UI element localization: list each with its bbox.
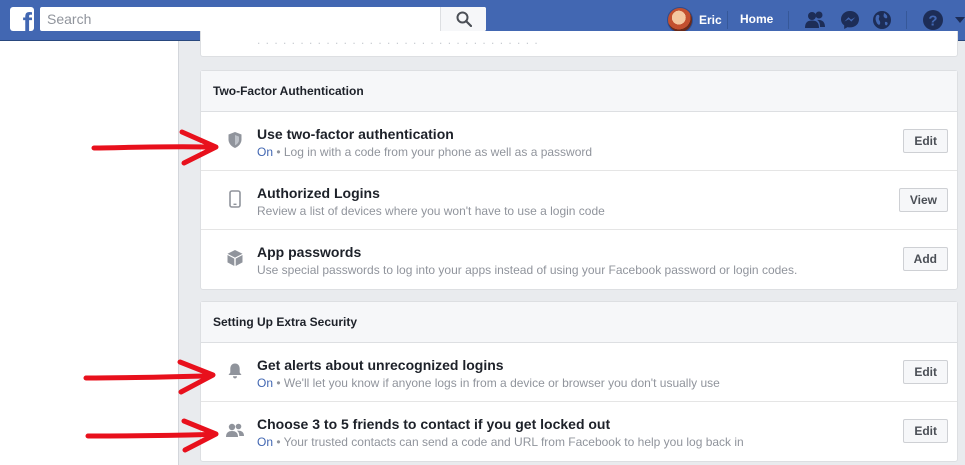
row-title: Authorized Logins	[257, 185, 380, 201]
app-passwords-row: App passwords Use special passwords to l…	[201, 230, 957, 289]
status-on-label: On	[257, 435, 274, 449]
previous-section-card: . . . . . . . . . . . . . . . . . . . . …	[200, 31, 958, 57]
left-sidebar	[0, 41, 178, 465]
annotation-arrow-icon	[83, 359, 216, 395]
login-alerts-row: Get alerts about unrecognized logins On …	[201, 343, 957, 402]
home-link[interactable]: Home	[740, 12, 773, 26]
profile-link[interactable]: Eric	[667, 7, 722, 33]
annotation-arrow-icon	[85, 418, 219, 453]
trusted-contacts-row: Choose 3 to 5 friends to contact if you …	[201, 402, 957, 461]
search-input[interactable]	[40, 7, 436, 31]
search-icon	[456, 11, 472, 27]
status-on-label: On	[257, 376, 274, 390]
shield-icon	[225, 130, 245, 150]
row-title: App passwords	[257, 244, 362, 260]
row-title: Get alerts about unrecognized logins	[257, 357, 504, 373]
section-header: Two-Factor Authentication	[201, 71, 957, 112]
box-icon	[225, 248, 245, 268]
help-icon[interactable]: ?	[922, 9, 944, 31]
two-factor-authentication-section: Two-Factor Authentication Use two-factor…	[200, 70, 958, 290]
row-title: Use two-factor authentication	[257, 126, 454, 142]
facebook-logo-icon[interactable]: f	[10, 7, 34, 31]
status-on-label: On	[257, 145, 274, 159]
search-box	[40, 7, 486, 31]
friends-icon	[225, 420, 245, 440]
edit-trusted-contacts-button[interactable]: Edit	[903, 419, 948, 443]
view-authorized-logins-button[interactable]: View	[898, 188, 948, 212]
edit-login-alerts-button[interactable]: Edit	[903, 360, 948, 384]
annotation-arrow-icon	[91, 129, 219, 166]
edit-two-factor-button[interactable]: Edit	[903, 129, 948, 153]
phone-icon	[225, 189, 245, 209]
extra-security-section: Setting Up Extra Security Get alerts abo…	[200, 301, 958, 462]
authorized-logins-row: Authorized Logins Review a list of devic…	[201, 171, 957, 230]
svg-text:?: ?	[928, 13, 937, 30]
messenger-icon[interactable]	[839, 9, 861, 31]
nav-divider	[727, 11, 728, 29]
friend-requests-icon[interactable]	[804, 9, 826, 31]
row-description: On • Your trusted contacts can send a co…	[257, 435, 744, 449]
add-app-password-button[interactable]: Add	[902, 247, 948, 271]
row-description: On • Log in with a code from your phone …	[257, 145, 593, 159]
section-header: Setting Up Extra Security	[201, 302, 957, 343]
search-button[interactable]	[440, 7, 486, 31]
row-description: Use special passwords to log into your a…	[257, 263, 798, 277]
two-factor-row: Use two-factor authentication On • Log i…	[201, 112, 957, 171]
bell-icon	[225, 361, 245, 381]
notifications-globe-icon[interactable]	[871, 9, 893, 31]
profile-name: Eric	[699, 13, 722, 27]
nav-divider	[906, 11, 907, 29]
sidebar-divider	[178, 41, 179, 465]
nav-divider	[788, 11, 789, 29]
avatar	[667, 7, 693, 33]
dropdown-caret-icon[interactable]	[954, 14, 965, 26]
row-title: Choose 3 to 5 friends to contact if you …	[257, 416, 611, 432]
row-description: Review a list of devices where you won't…	[257, 204, 605, 218]
row-description: On • We'll let you know if anyone logs i…	[257, 376, 720, 390]
